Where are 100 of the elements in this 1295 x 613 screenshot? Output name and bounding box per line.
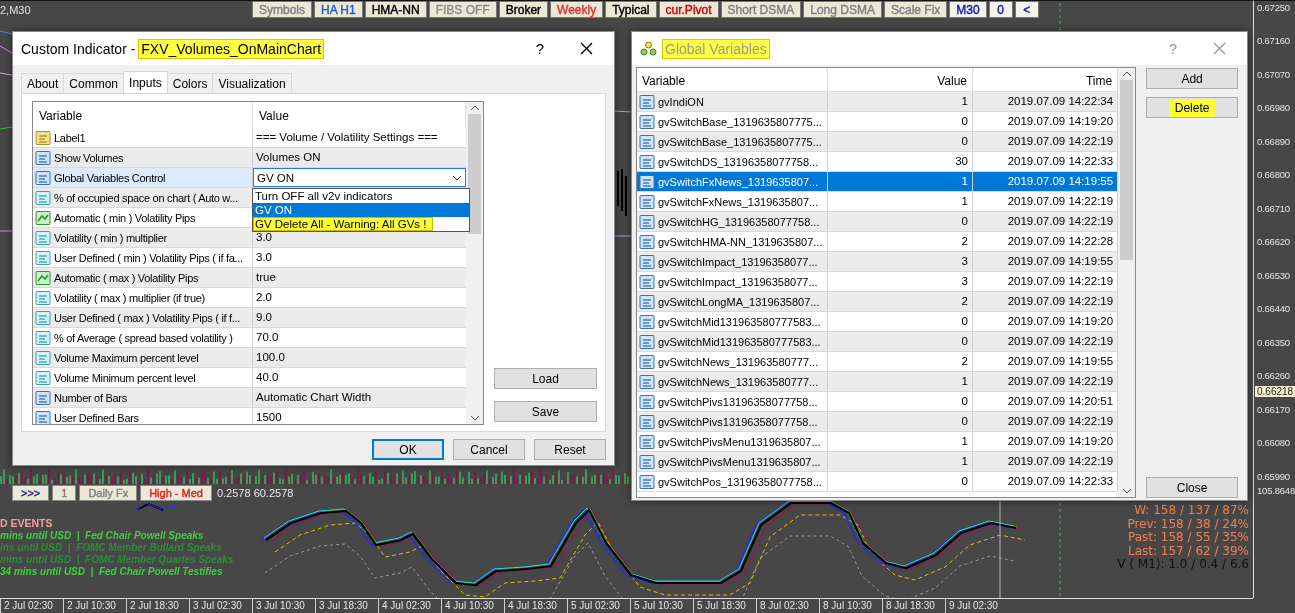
input-value: true [255,270,277,285]
variable-row[interactable]: gvSwitchNews_131963580777... 2 2019.07.09 14:19:55 [637,352,1119,372]
chart-toolbar-button[interactable]: cur.Pivot [658,1,719,18]
indicator-button[interactable]: High - Med [140,485,212,501]
variable-row[interactable]: gvSwitchPivsMenu1319635807... 1 2019.07.09 14:19:20 [637,432,1119,452]
indicator-button[interactable]: >>> [12,485,50,501]
dialog-button[interactable]: Delete [1146,97,1238,118]
side-button[interactable]: Save [494,401,597,422]
events-title: D EVENTS [0,517,54,529]
time-label: 8 Jul 18:30 [882,599,945,613]
variable-row[interactable]: gvSwitchPos_13196358077758... 0 2019.07.09 14:22:33 [637,472,1119,492]
chart-toolbar-button[interactable]: M30 [949,1,987,18]
variable-value: 30 [828,152,973,171]
variable-type-icon [35,349,51,366]
help-button[interactable]: ? [520,39,560,58]
scrollbar[interactable] [466,102,483,424]
scrollbar[interactable] [1118,68,1136,497]
variable-row[interactable]: gvSwitchBase_1319635807775... 0 2019.07.09 14:19:20 [637,112,1119,132]
chart-toolbar-button[interactable]: Scale Fix [883,1,948,18]
variable-name: gvSwitchPivsMenu1319635807... [658,455,821,468]
input-value: 3.0 [255,250,273,265]
variable-row[interactable]: gvSwitchNews_131963580777... 1 2019.07.09 14:22:19 [637,372,1119,392]
variable-row[interactable]: gvSwitchFxNews_1319635807... 1 2019.07.09 14:22:19 [637,192,1119,212]
input-row[interactable]: Label1 === Volume / Volatility Settings === [33,128,466,148]
input-row[interactable]: Global Variables Control GV ON [33,168,466,188]
price-label: 0.66170 [1257,404,1290,415]
variable-value: 3 [828,252,973,271]
dialog-button[interactable]: Add [1146,68,1238,89]
price-label: 0.66350 [1257,337,1290,348]
variable-row[interactable]: gvSwitchImpact_13196358077... 3 2019.07.09 14:22:19 [637,272,1119,292]
chart-toolbar-button[interactable]: Broker [498,1,549,18]
dialog-button[interactable]: OK [372,439,444,460]
column-header: Variable [637,68,828,91]
price-label: 0.66710 [1257,203,1290,214]
chart-toolbar-button[interactable]: Typical [605,1,657,18]
tab[interactable]: About [21,73,65,93]
current-price-label: 0.66218 [1255,386,1295,398]
price-label: 0.66080 [1257,437,1290,449]
input-row[interactable]: Show Volumes Volumes ON [33,148,466,168]
dialog-button[interactable]: Cancel [453,439,525,460]
window-title: Global Variables [663,40,769,57]
time-label: 2 Jul 18:30 [126,599,189,613]
input-row[interactable]: % of Average ( spread based volatility ) 70.0 [33,328,466,348]
event-text: 34 mins until USD | Fed Chair Powell Testifies [0,566,224,577]
variable-value: 0 [828,312,973,331]
chart-toolbar-button[interactable]: 0 [988,1,1013,18]
chart-toolbar-button[interactable]: HMA-NN [364,1,427,18]
time-label: 2 Jul 10:30 [63,599,126,613]
chart-toolbar-button[interactable]: < [1014,1,1039,18]
tab[interactable]: Visualization [212,73,292,93]
variable-row[interactable]: gvSwitchMid131963580777583... 0 2019.07.09 14:22:19 [637,332,1119,352]
variable-row[interactable]: gvSwitchHMA-NN_1319635807... 2 2019.07.09 14:22:28 [637,232,1119,252]
variable-name: gvSwitchMid131963580777583... [658,315,821,328]
variable-row[interactable]: gvSwitchPivsMenu1319635807... 1 2019.07.09 14:22:19 [637,452,1119,472]
side-button[interactable]: Load [494,368,597,389]
variable-type-icon [639,273,655,290]
variable-name: gvSwitchPivs13196358077758... [658,415,818,428]
input-value: Volumes ON [255,150,322,165]
variable-row[interactable]: gvSwitchMid131963580777583... 0 2019.07.09 14:19:20 [637,312,1119,332]
input-row[interactable]: Number of Bars Automatic Chart Width [33,388,466,408]
time-label: 4 Jul 02:30 [378,599,441,613]
value-dropdown[interactable]: GV ON [253,168,466,187]
price-label: 0.66980 [1257,102,1290,114]
variable-value: 0 [828,332,973,351]
input-row[interactable]: User Defined ( min ) Volatility Pips ( if fa... 3.0 [33,248,466,268]
variable-row[interactable]: gvSwitchPivs13196358077758... 0 2019.07.09 14:22:19 [637,412,1119,432]
input-value: 2.0 [255,290,273,305]
variable-type-icon [35,189,51,206]
variable-row[interactable]: gvSwitchHG_13196358077758... 0 2019.07.09 14:22:19 [637,212,1119,232]
input-row[interactable]: Volume Maximum percent level 100.0 [33,348,466,368]
chart-toolbar-button[interactable]: Weekly [550,1,604,18]
input-row[interactable]: Volatility ( max ) multiplier (if true) 2.0 [33,288,466,308]
chart-toolbar-button[interactable]: Symbols [252,1,312,18]
chart-toolbar-button[interactable]: HA H1 [314,1,363,18]
variable-row[interactable]: gvSwitchBase_1319635807775... 0 2019.07.09 14:22:19 [637,132,1119,152]
tab[interactable]: Inputs [123,71,168,93]
variable-type-icon [35,229,51,246]
input-row[interactable]: Volume Minimum percent level 40.0 [33,368,466,388]
input-row[interactable]: Automatic ( max ) Volatility Pips true [33,268,466,288]
variable-row[interactable]: gvIndiON 1 2019.07.09 14:22:34 [637,92,1119,112]
dropdown-option[interactable]: GV ON [253,203,469,217]
time-label: 2 Jul 02:30 [0,599,63,613]
variable-value: 1 [828,172,973,191]
dropdown-option[interactable]: GV Delete All - Warning: All GVs ! [253,217,433,231]
variable-row[interactable]: gvSwitchFxNews_1319635807... 1 2019.07.09 14:19:55 [637,172,1119,192]
variable-row[interactable]: gvSwitchPivs13196358077758... 0 2019.07.09 14:20:51 [637,392,1119,412]
variable-row[interactable]: gvSwitchLongMA_1319635807... 2 2019.07.09 14:22:19 [637,292,1119,312]
input-row[interactable]: User Defined ( max ) Volatility Pips ( if f... 9.0 [33,308,466,328]
variable-row[interactable]: gvSwitchDS_13196358077758... 30 2019.07.09 14:22:33 [637,152,1119,172]
variable-name: gvSwitchNews_131963580777... [658,355,819,368]
chart-toolbar-button[interactable]: Long DSMA [803,1,882,18]
dialog-button[interactable]: Close [1146,477,1238,498]
variable-row[interactable]: gvSwitchImpact_13196358077... 3 2019.07.09 14:19:55 [637,252,1119,272]
price-label: 0.66800 [1257,169,1290,181]
input-value: Automatic Chart Width [255,390,373,405]
variable-type-icon [639,173,655,190]
indicator-button[interactable]: Daily Fx [79,485,138,501]
chart-toolbar-button[interactable]: Short DSMA [720,1,802,18]
variable-type-icon [639,373,655,390]
dialog-button[interactable]: Reset [534,439,606,460]
